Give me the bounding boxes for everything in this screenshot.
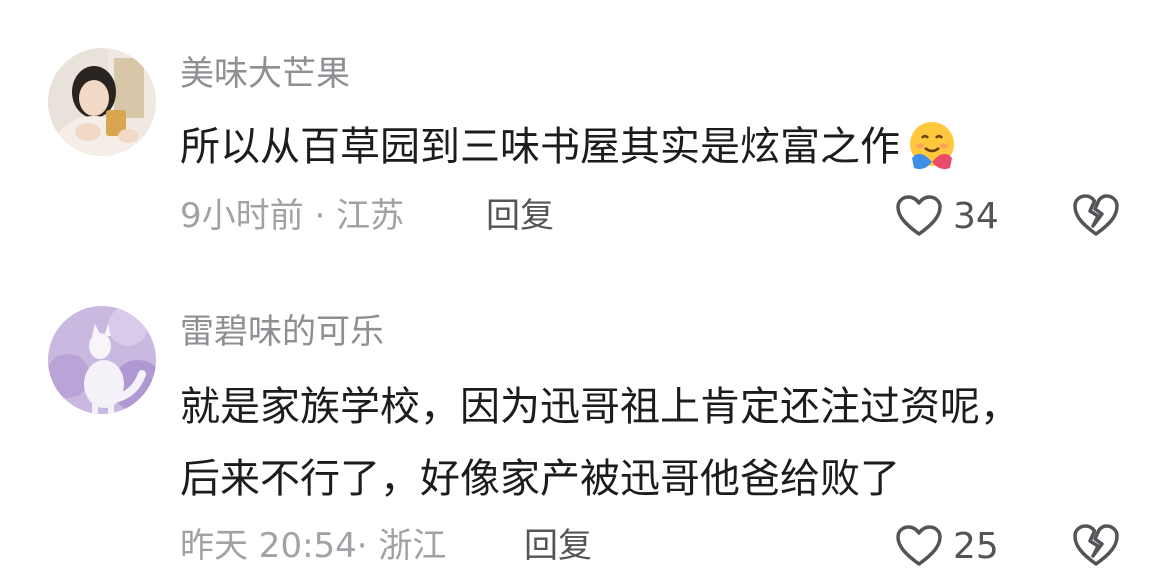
like-count: 34 <box>953 195 999 237</box>
comment-item: 雷碧味的可乐 就是家族学校，因为迅哥祖上肯定还注过资呢， 后来不行了，好像家产被… <box>0 270 1170 583</box>
avatar-image <box>48 306 156 414</box>
comment-text: 就是家族学校，因为迅哥祖上肯定还注过资呢， 后来不行了，好像家产被迅哥他爸给败了 <box>180 376 1020 510</box>
like-count: 25 <box>953 525 999 567</box>
avatar-image <box>48 48 156 156</box>
reply-button[interactable]: 回复 <box>524 524 592 568</box>
comment-item: 美味大芒果 所以从百草园到三味书屋其实是炫富之作 9小时前 · 江苏 回复 34 <box>0 0 1170 270</box>
comment-meta: 昨天 20:54· 浙江 <box>180 524 446 568</box>
broken-heart-icon <box>1073 524 1119 566</box>
username[interactable]: 雷碧味的可乐 <box>180 310 384 354</box>
comment-meta: 9小时前 · 江苏 <box>180 194 404 238</box>
dislike-button[interactable] <box>1072 522 1120 570</box>
comment-time: 昨天 20:54 <box>180 526 357 566</box>
reply-button[interactable]: 回复 <box>486 194 554 238</box>
like-button[interactable]: 34 <box>895 192 999 240</box>
comment-time: 9小时前 <box>180 196 304 236</box>
broken-heart-icon <box>1073 194 1119 236</box>
comment-location: 浙江 <box>378 526 447 566</box>
comment-text-line: 后来不行了，好像家产被迅哥他爸给败了 <box>180 456 900 502</box>
comment-text-line: 所以从百草园到三味书屋其实是炫富之作 <box>180 124 900 170</box>
heart-icon <box>896 525 942 566</box>
comment-text: 所以从百草园到三味书屋其实是炫富之作 <box>180 116 960 180</box>
username[interactable]: 美味大芒果 <box>180 52 350 96</box>
meta-separator: · <box>356 526 368 566</box>
dislike-button[interactable] <box>1072 192 1120 240</box>
avatar[interactable] <box>48 306 156 414</box>
comment-text-line: 就是家族学校，因为迅哥祖上肯定还注过资呢， <box>180 384 1020 430</box>
hugging-face-icon <box>904 118 960 180</box>
meta-separator: · <box>314 196 326 236</box>
avatar[interactable] <box>48 48 156 156</box>
comment-location: 江苏 <box>336 196 405 236</box>
heart-icon <box>896 195 942 236</box>
like-button[interactable]: 25 <box>895 522 999 570</box>
